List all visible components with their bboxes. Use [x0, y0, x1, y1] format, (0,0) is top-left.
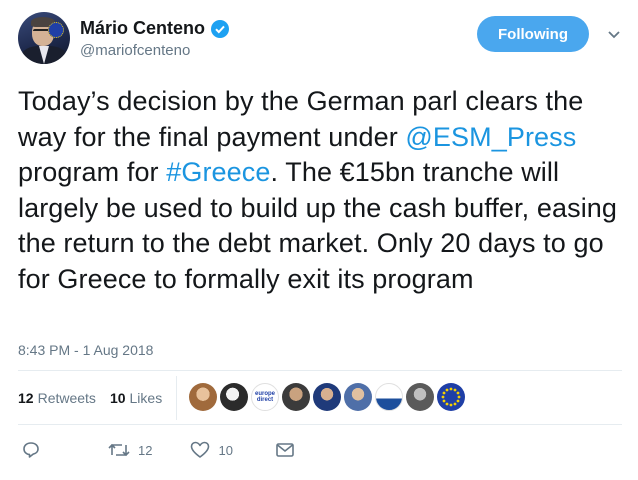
eu-stars-icon	[441, 387, 461, 407]
divider-top	[18, 370, 622, 371]
heart-icon	[190, 441, 210, 459]
retweet-icon	[108, 441, 130, 459]
liker-avatar-5-icon[interactable]	[313, 383, 341, 411]
europe-direct-text: europe direct	[254, 391, 275, 403]
retweets-stat[interactable]: 12 Retweets	[18, 390, 96, 406]
like-count: 10	[218, 442, 233, 458]
likes-count: 10	[109, 390, 126, 406]
likes-stat[interactable]: 10 Likes	[110, 390, 162, 406]
tweet-actions: 12 10	[18, 438, 295, 462]
liker-avatar-eu-flag-icon[interactable]	[437, 383, 465, 411]
liker-avatar-2-icon[interactable]	[220, 383, 248, 411]
likes-label: Likes	[129, 390, 163, 406]
divider-bottom	[18, 424, 622, 425]
eu-flag-icon	[48, 22, 64, 38]
tweet-text: Today’s decision by the German parl clea…	[18, 84, 622, 297]
chevron-down-icon[interactable]	[606, 26, 622, 42]
user-handle[interactable]: @mariofcenteno	[80, 42, 190, 59]
envelope-icon	[275, 441, 295, 459]
liker-avatar-europe-direct-icon[interactable]: europe direct	[251, 383, 279, 411]
like-button[interactable]: 10	[190, 441, 233, 459]
liker-avatar-4-icon[interactable]	[282, 383, 310, 411]
retweets-label: Retweets	[37, 390, 96, 406]
liker-avatars: europe direct	[189, 383, 468, 411]
tweet-header: Mário Centeno @mariofcenteno Following	[18, 12, 622, 66]
reply-button[interactable]	[22, 441, 40, 459]
stats-separator	[176, 376, 177, 420]
profile-avatar[interactable]	[18, 12, 70, 64]
retweet-button[interactable]: 12	[108, 441, 152, 459]
reply-icon	[22, 441, 40, 459]
display-name[interactable]: Mário Centeno	[80, 18, 205, 39]
name-row: Mário Centeno	[80, 18, 230, 39]
direct-message-button[interactable]	[275, 441, 295, 459]
following-button[interactable]: Following	[477, 16, 589, 52]
liker-avatar-1-icon[interactable]	[189, 383, 217, 411]
verified-badge-icon	[211, 19, 230, 38]
tweet-timestamp[interactable]: 8:43 PM - 1 Aug 2018	[18, 342, 153, 358]
hashtag-link[interactable]: #Greece	[166, 157, 270, 187]
retweets-count: 12	[18, 390, 34, 406]
liker-avatar-6-icon[interactable]	[344, 383, 372, 411]
liker-avatar-8-icon[interactable]	[406, 383, 434, 411]
retweet-count: 12	[138, 442, 153, 458]
tweet-text-part-2: program for	[18, 157, 167, 187]
tweet-stats: 12 Retweets 10 Likes	[18, 384, 176, 412]
mention-link[interactable]: @ESM_Press	[405, 122, 576, 152]
liker-avatar-7-icon[interactable]	[375, 383, 403, 411]
